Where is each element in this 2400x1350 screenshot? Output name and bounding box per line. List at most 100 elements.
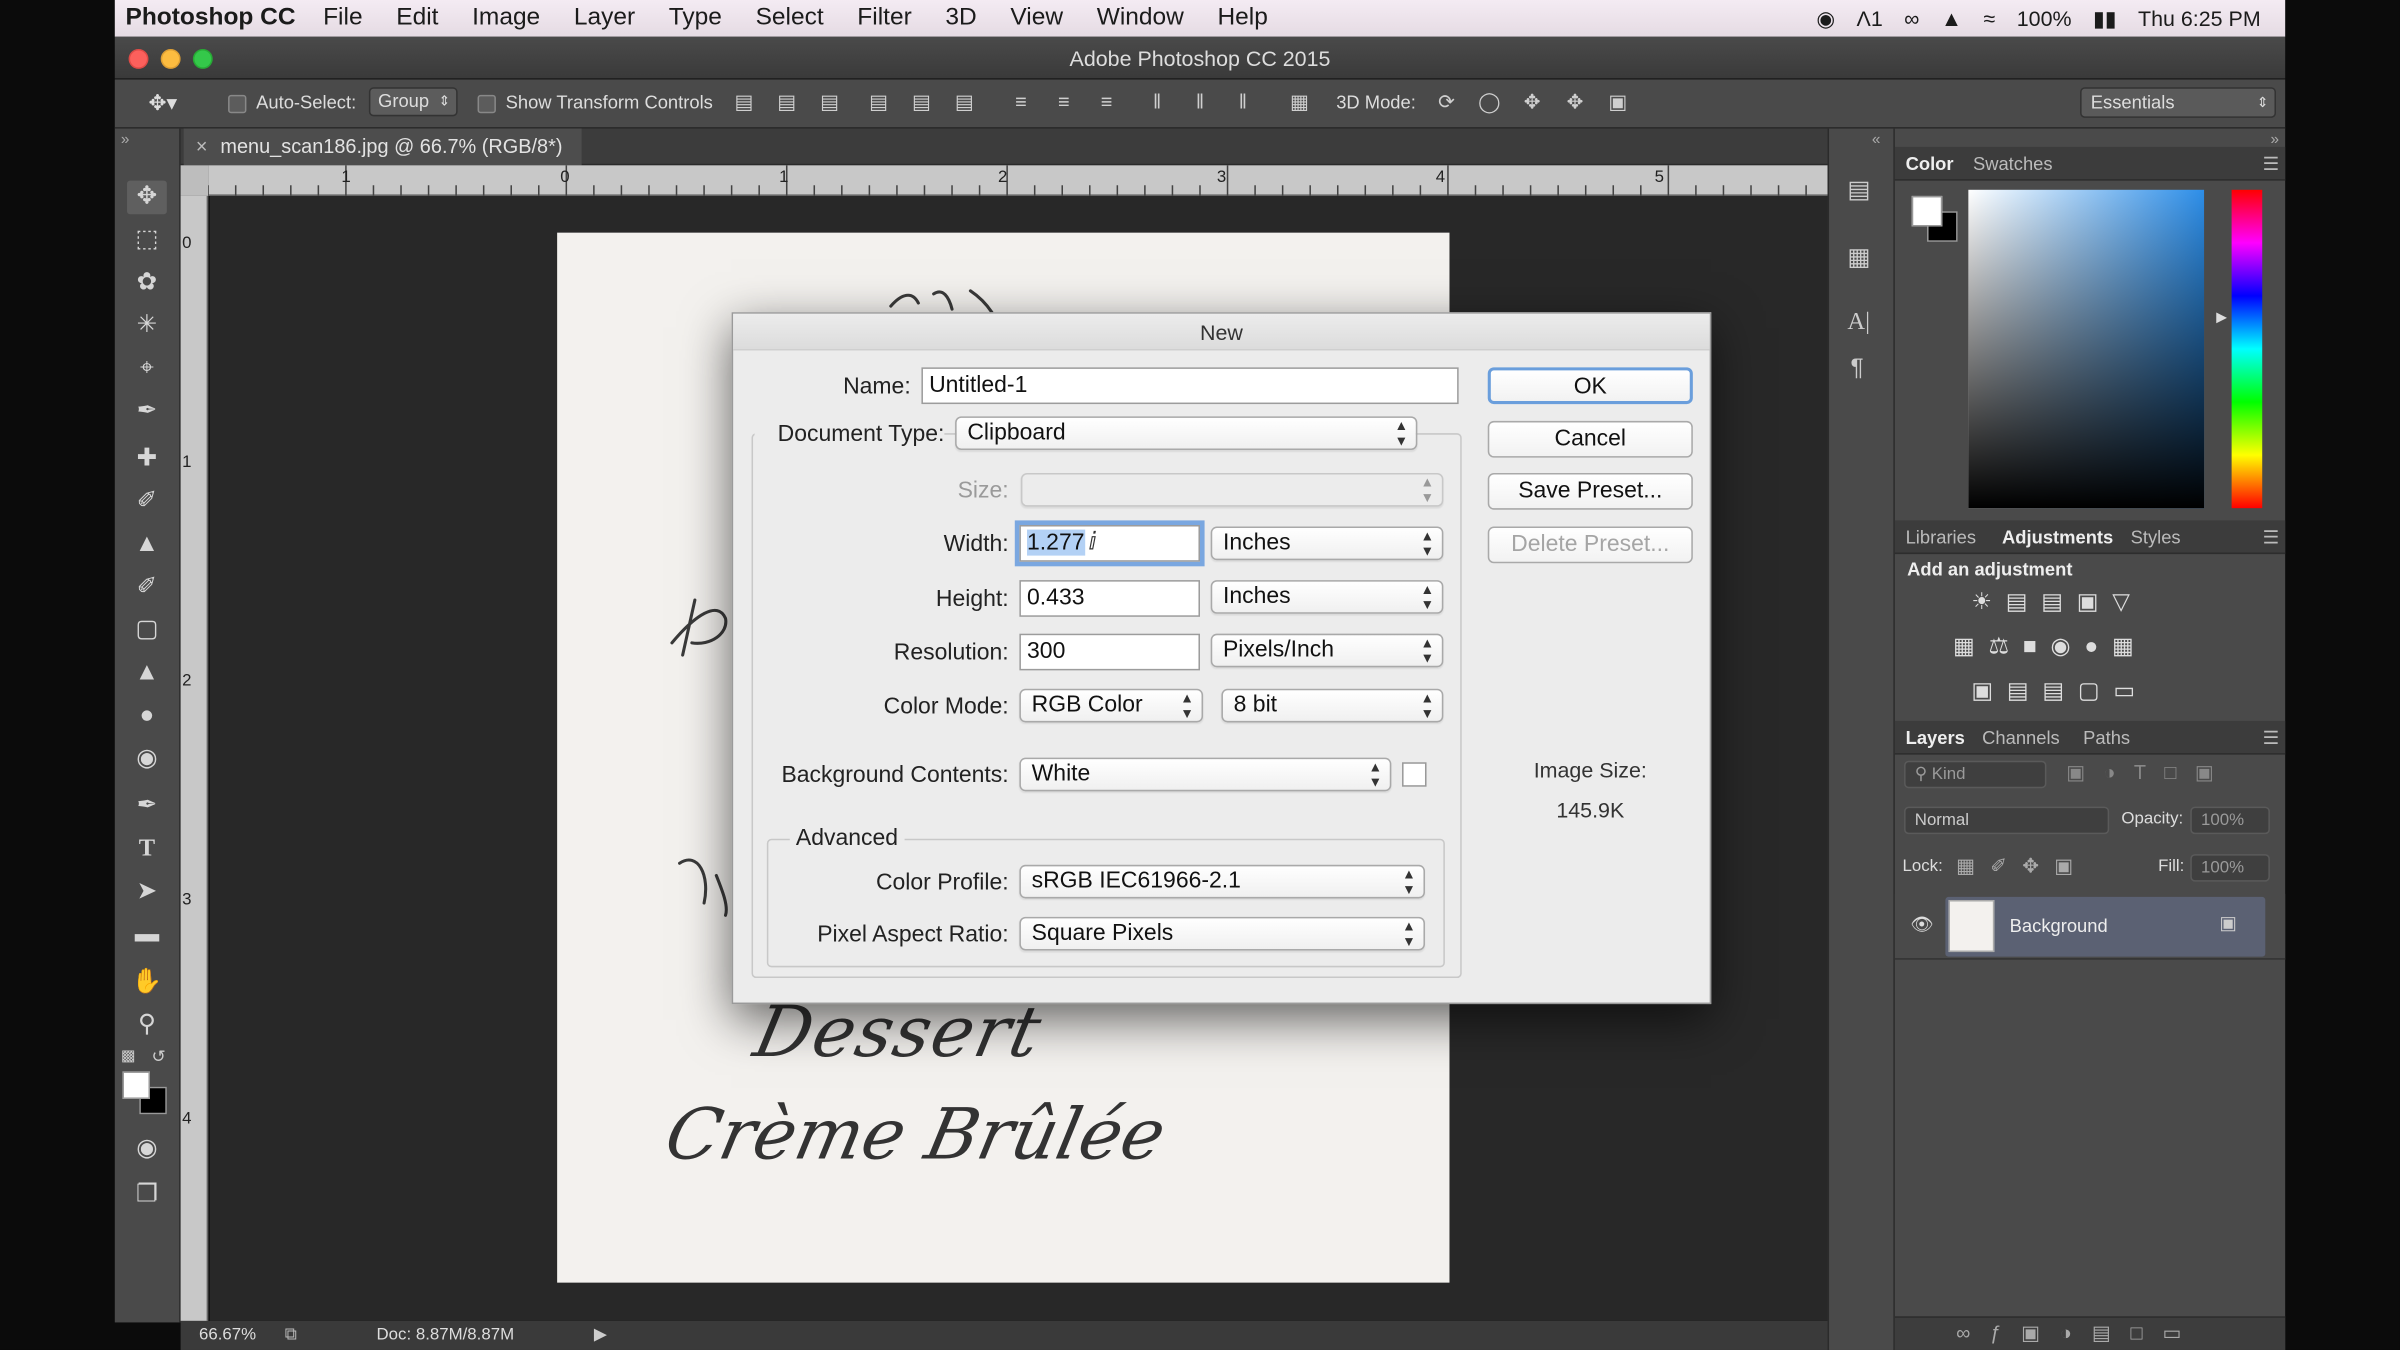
3d-slide-icon[interactable]: ✥ [1563,91,1587,113]
vibrance-icon[interactable]: ▽ [2112,589,2143,615]
pen-tool-icon[interactable]: ✒ [127,790,167,824]
hue-saturation-icon[interactable]: ▦ [1953,634,1988,660]
filter-pixel-icon[interactable]: ▣ [2066,761,2103,784]
quick-mask-icon[interactable]: ◉ [127,1133,167,1167]
name-input[interactable]: Untitled-1 [921,367,1459,405]
auto-select-checkbox[interactable] [228,94,247,114]
paragraph-panel-icon[interactable]: ¶ [1850,355,1863,383]
ok-button[interactable]: OK [1487,367,1693,405]
menu-3d[interactable]: 3D [945,5,976,33]
magic-wand-tool-icon[interactable]: ✳ [127,309,167,343]
opacity-field[interactable]: 100% [2190,806,2270,835]
foreground-color-swatch[interactable] [122,1071,150,1099]
panel-menu-icon[interactable]: ☰ [2263,153,2279,174]
color-balance-icon[interactable]: ⚖ [1989,634,2023,660]
zoom-level[interactable]: 66.67% [199,1321,256,1350]
dodge-tool-icon[interactable]: ◉ [127,742,167,776]
record-icon[interactable]: ◉ [1816,5,1835,31]
background-color-preview[interactable] [1402,762,1427,787]
filter-adjustment-icon[interactable]: ◑ [2103,761,2133,784]
crop-tool-icon[interactable]: ⌖ [127,352,167,386]
new-group-icon[interactable]: ▤ [2092,1321,2131,1344]
close-tab-icon[interactable]: × [196,129,208,166]
link-layers-icon[interactable]: ∞ [1956,1321,1990,1344]
align-right-icon[interactable]: ▤ [952,91,976,113]
tab-paths[interactable]: Paths [2083,727,2130,748]
background-contents-dropdown[interactable]: White ▲ ▼ [1019,757,1392,792]
collapse-dock-icon[interactable]: « [1872,132,1881,149]
distribute-top-icon[interactable]: ≡ [1009,91,1033,113]
tab-libraries[interactable]: Libraries [1906,527,1976,548]
healing-brush-tool-icon[interactable]: ✚ [127,442,167,476]
tab-adjustments[interactable]: Adjustments [2002,527,2113,548]
tab-color[interactable]: Color [1906,153,1954,174]
exposure-icon[interactable]: ▣ [2077,589,2112,615]
menu-edit[interactable]: Edit [396,5,438,33]
save-preset-button[interactable]: Save Preset... [1487,472,1693,510]
3d-rotate-icon[interactable]: ⟳ [1434,91,1458,113]
type-tool-icon[interactable]: T [127,833,167,867]
align-vcenter-icon[interactable]: ▤ [774,91,798,113]
auto-align-icon[interactable]: ▦ [1287,91,1311,113]
adobe-status[interactable]: Λ1 [1856,6,1882,30]
share-icon[interactable]: ⧉ [285,1321,297,1350]
height-unit-dropdown[interactable]: Inches ▲ ▼ [1210,580,1444,614]
show-transform-checkbox[interactable] [477,94,496,114]
clock[interactable]: Thu 6:25 PM [2138,6,2261,30]
swap-colors-icon[interactable]: ↺ [152,1047,166,1066]
align-bottom-icon[interactable]: ▤ [817,91,841,113]
lock-position-icon[interactable]: ✥ [2022,854,2054,877]
tab-channels[interactable]: Channels [1982,727,2060,748]
3d-roll-icon[interactable]: ◯ [1477,91,1501,113]
layer-row[interactable]: 👁 Background ▣ [1894,893,2286,960]
width-input[interactable]: 1.277 ⅈ [1019,524,1200,562]
resolution-unit-dropdown[interactable]: Pixels/Inch ▲ ▼ [1210,633,1444,668]
character-panel-icon[interactable]: A| [1847,309,1870,337]
lasso-tool-icon[interactable]: ✿ [127,266,167,300]
brightness-icon[interactable]: ☀ [1971,589,2005,615]
panel-menu-icon[interactable]: ☰ [2263,527,2279,548]
distribute-vcenter-icon[interactable]: ≡ [1052,91,1076,113]
hand-tool-icon[interactable]: ✋ [127,966,167,1000]
rectangle-tool-icon[interactable]: ▬ [127,918,167,952]
auto-select-dropdown[interactable]: Group ⇕ [368,87,458,117]
move-tool-preset-icon[interactable]: ✥▾ [148,90,177,116]
filter-type-icon[interactable]: T [2134,761,2165,784]
creative-cloud-icon[interactable]: ∞ [1904,6,1919,30]
distribute-left-icon[interactable]: ‖ [1145,91,1169,113]
hue-slider[interactable] [2231,189,2263,509]
selective-color-icon[interactable]: ▢ [2078,678,2113,704]
collapse-panels-icon[interactable]: » [2271,132,2280,149]
screen-mode-icon[interactable]: ❐ [127,1179,167,1213]
lock-image-icon[interactable]: ✐ [1990,854,2022,877]
blend-mode-dropdown[interactable]: Normal [1904,806,2110,835]
lock-all-icon[interactable]: ▣ [2054,854,2088,877]
3d-pan-icon[interactable]: ✥ [1520,91,1544,113]
document-tab[interactable]: × menu_scan186.jpg @ 66.7% (RGB/8*) [183,128,582,166]
3d-scale-icon[interactable]: ▣ [1606,91,1630,113]
channel-mixer-icon[interactable]: ● [2084,634,2112,660]
fill-field[interactable]: 100% [2190,854,2270,882]
blur-tool-icon[interactable]: ● [127,699,167,733]
photo-filter-icon[interactable]: ◉ [2051,634,2085,660]
menu-filter[interactable]: Filter [857,5,911,33]
eraser-tool-icon[interactable]: ▢ [127,614,167,648]
height-input[interactable]: 0.433 [1019,580,1200,617]
distribute-bottom-icon[interactable]: ≡ [1094,91,1118,113]
color-panel-fg-swatch[interactable] [1911,195,1943,227]
tab-layers[interactable]: Layers [1906,727,1965,748]
wifi-icon[interactable]: ≈ [1984,6,1996,30]
distribute-right-icon[interactable]: ‖ [1231,91,1255,113]
horizontal-ruler[interactable]: 1 0 1 2 3 4 5 [208,165,1828,196]
menu-layer[interactable]: Layer [574,5,635,33]
new-layer-icon[interactable]: □ [2131,1321,2163,1344]
pixel-aspect-ratio-dropdown[interactable]: Square Pixels ▲ ▼ [1019,916,1425,951]
layer-filter-kind[interactable]: ⚲ Kind [1904,760,2047,789]
gradient-map-icon[interactable]: ▭ [2113,678,2148,704]
battery-icon[interactable]: ▮▮ [2093,5,2117,31]
curves-icon[interactable]: ▤ [2041,589,2076,615]
clone-stamp-tool-icon[interactable]: ▲ [127,528,167,562]
color-field[interactable] [1968,189,2205,509]
levels-icon[interactable]: ▤ [2006,589,2041,615]
document-type-dropdown[interactable]: Clipboard ▲ ▼ [955,416,1418,450]
